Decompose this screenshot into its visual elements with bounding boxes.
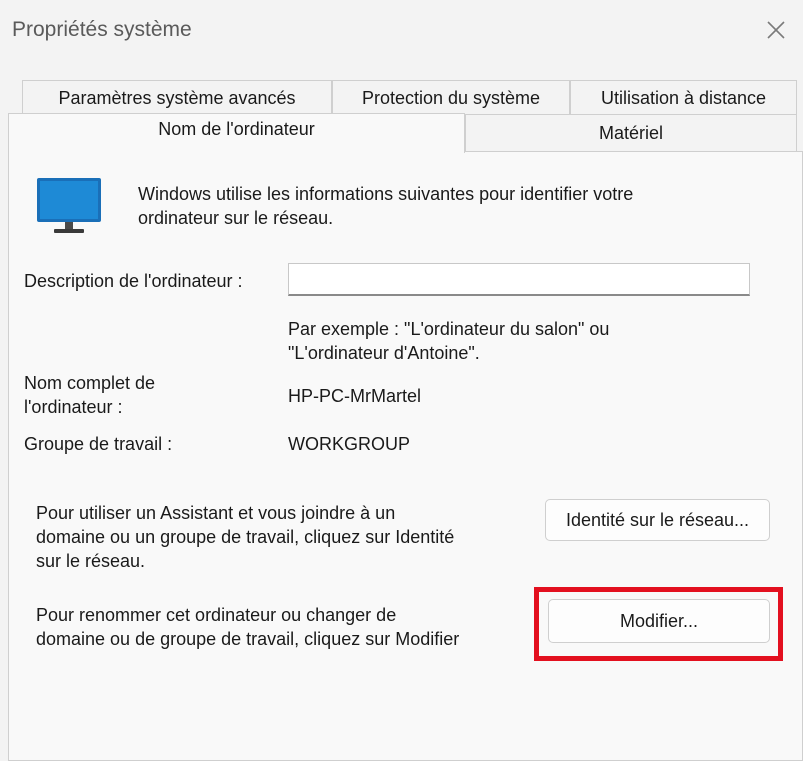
tab-label: Nom de l'ordinateur xyxy=(158,119,315,139)
intro-line-1: Windows utilise les informations suivant… xyxy=(138,184,634,204)
description-label: Description de l'ordinateur : xyxy=(24,271,243,291)
tab-label: Matériel xyxy=(598,123,664,143)
modify-button-label: Modifier... xyxy=(619,611,699,631)
full-name-value: HP-PC-MrMartel xyxy=(288,386,421,406)
description-input[interactable] xyxy=(288,263,750,296)
tab-computer-name[interactable]: Nom de l'ordinateur xyxy=(8,113,465,153)
network-id-button[interactable]: Identité sur le réseau... xyxy=(545,499,770,541)
close-icon xyxy=(767,21,785,39)
network-id-button-label: Identité sur le réseau... xyxy=(565,510,750,530)
network-id-text-line-2: domaine ou un groupe de travail, cliquez… xyxy=(36,527,455,547)
title-bar: Propriétés système xyxy=(0,0,803,62)
network-id-text-line-3: sur le réseau. xyxy=(36,551,146,571)
tab-label: Protection du système xyxy=(361,88,541,108)
full-name-label-line-1: Nom complet de xyxy=(24,373,156,393)
monitor-icon xyxy=(37,178,101,233)
workgroup-value: WORKGROUP xyxy=(288,434,411,454)
network-id-text-line-1: Pour utiliser un Assistant et vous joind… xyxy=(36,503,396,523)
tab-label: Utilisation à distance xyxy=(600,88,767,108)
tab-advanced-settings[interactable]: Paramètres système avancés xyxy=(22,80,332,114)
tab-label: Paramètres système avancés xyxy=(58,88,296,108)
example-line-1: Par exemple : "L'ordinateur du salon" ou xyxy=(288,319,610,339)
close-button[interactable] xyxy=(756,10,796,50)
tab-system-protection[interactable]: Protection du système xyxy=(332,80,570,114)
example-line-2: "L'ordinateur d'Antoine". xyxy=(288,343,480,363)
full-name-label-line-2: l'ordinateur : xyxy=(24,397,123,417)
rename-text-line-2: domaine ou de groupe de travail, cliquez… xyxy=(36,629,460,649)
intro-line-2: ordinateur sur le réseau. xyxy=(138,208,334,228)
tab-panel xyxy=(8,151,803,761)
modify-button[interactable]: Modifier... xyxy=(548,599,770,643)
workgroup-label: Groupe de travail : xyxy=(24,434,173,454)
rename-text-line-1: Pour renommer cet ordinateur ou changer … xyxy=(36,605,397,625)
tab-remote[interactable]: Utilisation à distance xyxy=(570,80,797,114)
window-title: Propriétés système xyxy=(12,18,192,41)
tab-hardware[interactable]: Matériel xyxy=(465,114,797,152)
